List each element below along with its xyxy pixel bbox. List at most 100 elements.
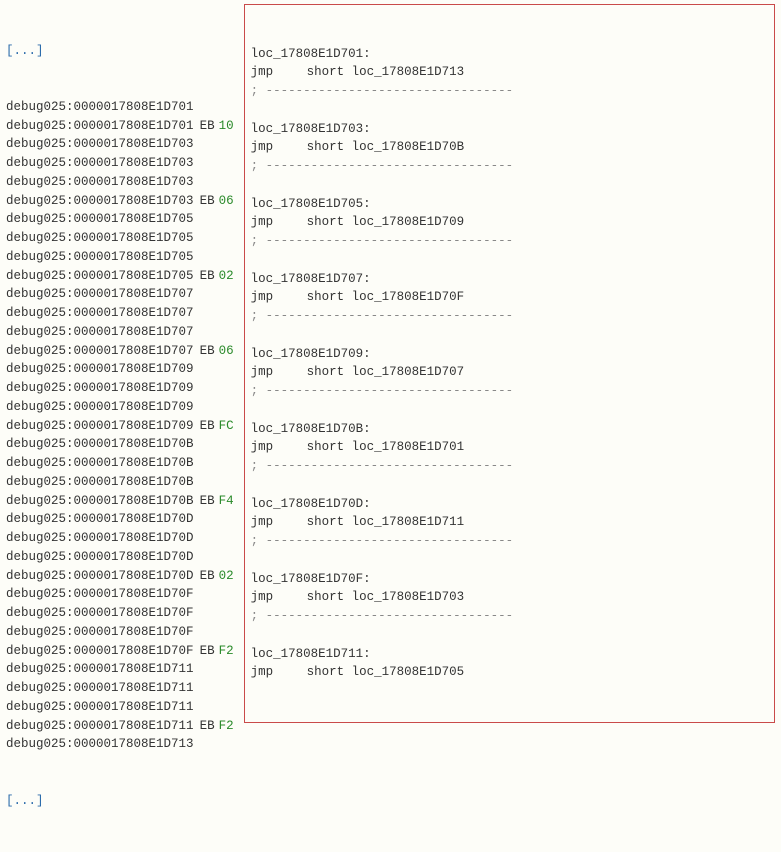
- address: 0000017808E1D70B: [74, 456, 194, 470]
- opcode-byte: EB: [200, 644, 215, 658]
- opcode-byte: EB: [200, 269, 215, 283]
- segment: debug025: [6, 644, 66, 658]
- hex-line: debug025:0000017808E1D70FEBF2: [6, 642, 234, 661]
- label-line: loc_17808E1D711:: [251, 645, 768, 664]
- code-label: loc_17808E1D709:: [251, 347, 371, 361]
- opcode-byte: EB: [200, 419, 215, 433]
- instruction-line: jmpshort loc_17808E1D711: [251, 513, 768, 532]
- segment: debug025: [6, 231, 66, 245]
- hex-line: debug025:0000017808E1D701EB10: [6, 117, 234, 136]
- jump-target: short loc_17808E1D701: [307, 438, 465, 457]
- segment: debug025: [6, 419, 66, 433]
- address: 0000017808E1D709: [74, 381, 194, 395]
- code-label: loc_17808E1D70B:: [251, 422, 371, 436]
- operand-byte: F2: [219, 644, 234, 658]
- address: 0000017808E1D713: [74, 737, 194, 751]
- address: 0000017808E1D709: [74, 419, 194, 433]
- separator-line: ; ---------------------------------: [251, 457, 768, 476]
- address: 0000017808E1D70B: [74, 475, 194, 489]
- blank-line: [251, 476, 768, 495]
- opcode-byte: EB: [200, 569, 215, 583]
- separator-line: ; ---------------------------------: [251, 382, 768, 401]
- hex-line: debug025:0000017808E1D70BEBF4: [6, 492, 234, 511]
- address: 0000017808E1D701: [74, 119, 194, 133]
- address: 0000017808E1D70D: [74, 512, 194, 526]
- segment: debug025: [6, 587, 66, 601]
- segment: debug025: [6, 287, 66, 301]
- address: 0000017808E1D70F: [74, 644, 194, 658]
- segment: debug025: [6, 100, 66, 114]
- hex-line: debug025:0000017808E1D703: [6, 135, 234, 154]
- address: 0000017808E1D711: [74, 700, 194, 714]
- address: 0000017808E1D705: [74, 231, 194, 245]
- blank-line: [251, 551, 768, 570]
- hex-line: debug025:0000017808E1D703: [6, 154, 234, 173]
- opcode-byte: EB: [200, 719, 215, 733]
- operand-byte: F2: [219, 719, 234, 733]
- disassembly-container: [...] debug025:0000017808E1D701debug025:…: [6, 4, 775, 848]
- address: 0000017808E1D70F: [74, 606, 194, 620]
- hex-line: debug025:0000017808E1D711: [6, 660, 234, 679]
- address: 0000017808E1D703: [74, 194, 194, 208]
- address: 0000017808E1D703: [74, 175, 194, 189]
- mnemonic: jmp: [251, 288, 307, 307]
- hex-line: debug025:0000017808E1D707: [6, 285, 234, 304]
- ellipsis-bottom: [...]: [6, 792, 234, 811]
- opcode-byte: EB: [200, 344, 215, 358]
- separator-line: ; ---------------------------------: [251, 607, 768, 626]
- jump-target: short loc_17808E1D709: [307, 213, 465, 232]
- jump-target: short loc_17808E1D705: [307, 663, 465, 682]
- hex-line: debug025:0000017808E1D709: [6, 398, 234, 417]
- jump-target: short loc_17808E1D713: [307, 63, 465, 82]
- hex-line: debug025:0000017808E1D703EB06: [6, 192, 234, 211]
- address: 0000017808E1D711: [74, 681, 194, 695]
- segment: debug025: [6, 437, 66, 451]
- mnemonic: jmp: [251, 513, 307, 532]
- address: 0000017808E1D707: [74, 325, 194, 339]
- mnemonic: jmp: [251, 63, 307, 82]
- hex-line: debug025:0000017808E1D703: [6, 173, 234, 192]
- hex-line: debug025:0000017808E1D709: [6, 360, 234, 379]
- separator-line: ; ---------------------------------: [251, 232, 768, 251]
- operand-byte: F4: [219, 494, 234, 508]
- label-line: loc_17808E1D70B:: [251, 420, 768, 439]
- segment: debug025: [6, 119, 66, 133]
- hex-line: debug025:0000017808E1D70B: [6, 435, 234, 454]
- hex-line: debug025:0000017808E1D707EB06: [6, 342, 234, 361]
- segment: debug025: [6, 400, 66, 414]
- operand-byte: 06: [219, 194, 234, 208]
- segment: debug025: [6, 456, 66, 470]
- segment: debug025: [6, 175, 66, 189]
- hex-line: debug025:0000017808E1D70F: [6, 623, 234, 642]
- hex-line: debug025:0000017808E1D705: [6, 210, 234, 229]
- hex-line: debug025:0000017808E1D707: [6, 304, 234, 323]
- separator-line: ; ---------------------------------: [251, 532, 768, 551]
- blank-line: [251, 326, 768, 345]
- segment: debug025: [6, 156, 66, 170]
- segment: debug025: [6, 212, 66, 226]
- label-line: loc_17808E1D701:: [251, 45, 768, 64]
- mnemonic: jmp: [251, 363, 307, 382]
- segment: debug025: [6, 550, 66, 564]
- address: 0000017808E1D703: [74, 156, 194, 170]
- address: 0000017808E1D711: [74, 719, 194, 733]
- mnemonic: jmp: [251, 138, 307, 157]
- instruction-line: jmpshort loc_17808E1D709: [251, 213, 768, 232]
- segment: debug025: [6, 662, 66, 676]
- opcode-byte: EB: [200, 494, 215, 508]
- operand-byte: FC: [219, 419, 234, 433]
- jump-target: short loc_17808E1D703: [307, 588, 465, 607]
- segment: debug025: [6, 494, 66, 508]
- label-line: loc_17808E1D70F:: [251, 570, 768, 589]
- hex-line: debug025:0000017808E1D705: [6, 248, 234, 267]
- instruction-line: jmpshort loc_17808E1D713: [251, 63, 768, 82]
- segment: debug025: [6, 569, 66, 583]
- address: 0000017808E1D70B: [74, 437, 194, 451]
- hex-column: [...] debug025:0000017808E1D701debug025:…: [6, 4, 234, 848]
- address: 0000017808E1D709: [74, 362, 194, 376]
- segment: debug025: [6, 700, 66, 714]
- segment: debug025: [6, 194, 66, 208]
- opcode-byte: EB: [200, 119, 215, 133]
- code-label: loc_17808E1D703:: [251, 122, 371, 136]
- mnemonic: jmp: [251, 588, 307, 607]
